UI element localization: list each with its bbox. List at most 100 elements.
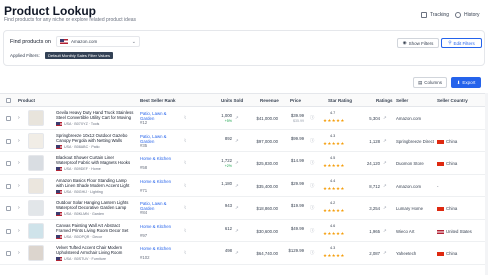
product-thumbnail[interactable]	[28, 132, 44, 149]
chart-icon[interactable]: ⌇	[184, 250, 186, 256]
price-info-icon[interactable]: ⓘ	[310, 205, 314, 211]
expand-icon[interactable]: ›	[18, 138, 20, 144]
trend-icon[interactable]: ↗	[235, 205, 239, 211]
tracking-button[interactable]: Tracking	[421, 12, 449, 18]
seller-name[interactable]: Amazon.com	[396, 116, 421, 121]
seller-name[interactable]: Wieco Art	[396, 229, 414, 234]
export-button[interactable]: ⬇ Export	[451, 77, 481, 88]
ratings-chart-icon[interactable]: ↗	[383, 205, 387, 211]
col-bsr[interactable]: Best Seller Rank	[140, 98, 176, 103]
row-checkbox[interactable]	[6, 183, 11, 189]
row-checkbox[interactable]	[6, 228, 11, 234]
product-name[interactable]: Springbreeze 10x12 Outdoor Gazebo Canopy…	[56, 133, 134, 143]
product-thumbnail[interactable]	[28, 245, 44, 261]
price-info-icon[interactable]: ⓘ	[310, 183, 314, 189]
product-thumbnail[interactable]	[28, 177, 44, 194]
product-thumbnail[interactable]	[28, 222, 44, 239]
us-flag-icon	[56, 122, 62, 126]
product-category[interactable]: Home & Kitchen	[140, 224, 180, 229]
row-checkbox[interactable]	[6, 251, 11, 256]
chart-icon[interactable]: ⌇	[184, 138, 186, 144]
seller-name[interactable]: Yaheetech	[396, 251, 416, 256]
seller-name[interactable]: Amazon.com	[396, 184, 421, 189]
units-sold: 498	[224, 248, 232, 253]
col-units[interactable]: Units Sold	[221, 98, 243, 103]
product-name[interactable]: Outdoor Solar Hanging Lantern Lights Wat…	[56, 200, 134, 210]
table-row[interactable]: › Velvet Tufted Accent Chair Modern Upho…	[0, 242, 488, 265]
price-info-icon[interactable]: ⓘ	[310, 250, 314, 256]
col-seller[interactable]: Seller	[396, 98, 408, 103]
table-row[interactable]: › Gevila Heavy Duty Hand Truck Stainless…	[0, 107, 488, 130]
col-seller-country[interactable]: Seller Country	[437, 98, 468, 103]
trend-icon[interactable]: ↗	[235, 250, 239, 256]
col-product[interactable]: Product	[18, 98, 35, 103]
marketplace-select[interactable]: Amazon.com ⌄	[56, 36, 140, 47]
ratings-chart-icon[interactable]: ↗	[383, 250, 387, 256]
chart-icon[interactable]: ⌇	[184, 115, 186, 121]
product-name[interactable]: Gevila Heavy Duty Hand Truck Stainless S…	[56, 110, 134, 120]
show-filters-button[interactable]: ◉ Show Filters	[397, 38, 439, 48]
table-row[interactable]: › Outdoor Solar Hanging Lantern Lights W…	[0, 197, 488, 220]
units-sold: 1,180	[221, 180, 232, 186]
price-info-icon[interactable]: ⓘ	[310, 115, 314, 121]
product-name[interactable]: Amazon Basics Floor Standing Lamp with L…	[56, 178, 134, 188]
chart-icon[interactable]: ⌇	[184, 160, 186, 166]
expand-icon[interactable]: ›	[18, 183, 20, 189]
trend-icon[interactable]: ↗	[235, 160, 239, 166]
row-checkbox[interactable]	[6, 138, 11, 144]
trend-icon[interactable]: ↗	[235, 138, 239, 144]
price-info-icon[interactable]: ⓘ	[310, 160, 314, 166]
product-thumbnail[interactable]	[28, 155, 44, 171]
edit-filters-button[interactable]: ⚲ Edit Filters	[441, 38, 482, 48]
trend-icon[interactable]: ↗	[235, 115, 239, 121]
product-category[interactable]: Home & Kitchen	[140, 179, 180, 184]
chart-icon[interactable]: ⌇	[184, 228, 186, 234]
product-name[interactable]: Canvas Painting Wall Art Abstract Framed…	[56, 223, 134, 233]
table-row[interactable]: › Springbreeze 10x12 Outdoor Gazebo Cano…	[0, 130, 488, 152]
expand-icon[interactable]: ›	[18, 250, 20, 256]
columns-button[interactable]: ▤ Columns	[413, 77, 447, 88]
filter-chip[interactable]: Default Monthly Sales Filter Values	[45, 52, 113, 59]
select-all-checkbox[interactable]	[6, 98, 11, 103]
trend-icon[interactable]: ↗	[235, 183, 239, 189]
ratings-chart-icon[interactable]: ↗	[383, 115, 387, 121]
price: $39.99	[290, 113, 304, 118]
row-checkbox[interactable]	[6, 116, 11, 121]
col-price[interactable]: Price	[290, 98, 301, 103]
ratings-chart-icon[interactable]: ↗	[383, 160, 387, 166]
seller-name[interactable]: Springbreeze Direct	[396, 139, 434, 144]
col-star-rating[interactable]: Star Rating	[328, 98, 352, 103]
star-rating-value: 4.2	[330, 201, 336, 205]
ratings-chart-icon[interactable]: ↗	[383, 138, 387, 144]
table-row[interactable]: › Amazon Basics Floor Standing Lamp with…	[0, 175, 488, 197]
expand-icon[interactable]: ›	[18, 228, 20, 234]
chart-icon[interactable]: ⌇	[184, 183, 186, 189]
table-row[interactable]: › Canvas Painting Wall Art Abstract Fram…	[0, 220, 488, 242]
col-revenue[interactable]: Revenue	[260, 98, 279, 103]
trend-icon[interactable]: ↗	[235, 228, 239, 234]
us-flag-icon	[56, 257, 62, 261]
chart-icon[interactable]: ⌇	[184, 205, 186, 211]
seller-name[interactable]: Duomon Store	[396, 161, 424, 166]
seller-name[interactable]: Lumary Home	[396, 206, 423, 211]
expand-icon[interactable]: ›	[18, 205, 20, 211]
units-sold: 1,722	[221, 158, 232, 163]
ratings-chart-icon[interactable]: ↗	[383, 183, 387, 189]
col-ratings[interactable]: Ratings	[376, 98, 393, 103]
expand-icon[interactable]: ›	[18, 115, 20, 121]
history-button[interactable]: History	[455, 12, 480, 18]
table-row[interactable]: › Blackout Shower Curtain Liner Waterpro…	[0, 152, 488, 175]
product-thumbnail[interactable]	[28, 110, 44, 126]
price-info-icon[interactable]: ⓘ	[310, 228, 314, 234]
product-category[interactable]: Home & Kitchen	[140, 156, 180, 161]
product-thumbnail[interactable]	[28, 200, 44, 216]
revenue: $25,830.00	[256, 161, 278, 166]
product-name[interactable]: Blackout Shower Curtain Liner Waterproof…	[56, 155, 134, 165]
row-checkbox[interactable]	[6, 206, 11, 211]
row-checkbox[interactable]	[6, 161, 11, 166]
ratings-chart-icon[interactable]: ↗	[383, 228, 387, 234]
price-info-icon[interactable]: ⓘ	[310, 138, 314, 144]
product-category[interactable]: Home & Kitchen	[140, 246, 180, 251]
product-name[interactable]: Velvet Tufted Accent Chair Modern Uphols…	[56, 245, 134, 255]
expand-icon[interactable]: ›	[18, 160, 20, 166]
